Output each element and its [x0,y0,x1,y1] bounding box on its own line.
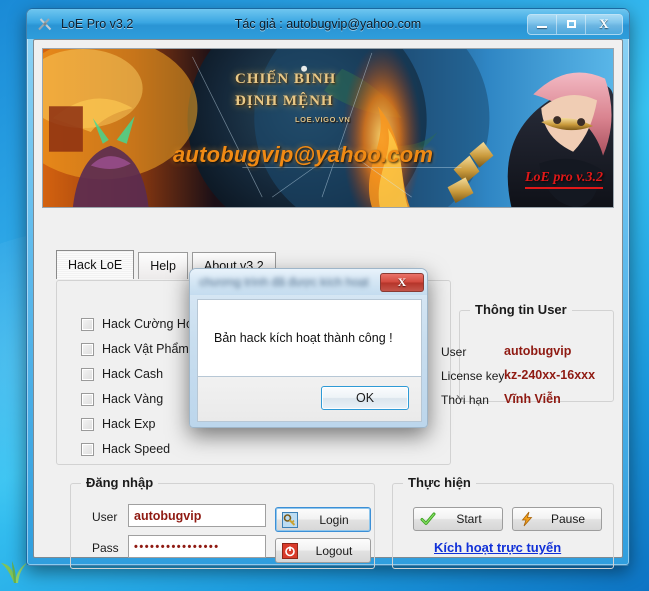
logout-button[interactable]: Logout [275,538,371,563]
checkbox-hack-vat-pham[interactable] [81,342,94,356]
power-icon [282,542,298,559]
checkbox-label: Hack Exp [102,417,156,431]
user-info-value-expiry: Vĩnh Viễn [504,392,561,406]
tab-hack-loe[interactable]: Hack LoE [56,250,135,279]
key-icon [282,511,298,528]
checkbox-row-hack-exp[interactable]: Hack Exp [81,417,156,431]
login-button[interactable]: Login [275,507,371,532]
user-info-label-license: License key [441,369,505,383]
close-button[interactable]: X [586,14,622,34]
minimize-button[interactable] [528,14,557,34]
checkbox-hack-exp[interactable] [81,417,94,431]
maximize-icon [566,20,576,28]
checkbox-row-hack-cuong-hoa[interactable]: Hack Cường Hóa [81,317,200,331]
activate-online-link[interactable]: Kích hoạt trực tuyến [434,540,561,555]
user-info-value-user: autobugvip [504,344,572,358]
pass-field-label: Pass [92,541,119,555]
activation-dialog: chương trình đã được kích hoạt X Bản hac… [189,268,428,428]
pause-button-label: Pause [550,512,586,526]
password-input[interactable]: •••••••••••••••• [128,535,266,558]
checkbox-label: Hack Cường Hóa [102,317,200,331]
user-info-label-expiry: Thời hạn [441,393,489,407]
dialog-body: Bản hack kích hoạt thành công ! [197,299,422,377]
checkbox-label: Hack Vật Phẩm [102,342,189,356]
checkbox-row-hack-cash[interactable]: Hack Cash [81,367,163,381]
dialog-close-button[interactable]: X [380,272,424,292]
checkbox-label: Hack Speed [102,442,171,456]
tab-help[interactable]: Help [138,252,188,279]
banner-version-tag: LoE pro v.3.2 [524,170,603,189]
banner-email-overlay: autobugvip@yahoo.com [173,142,434,167]
checkbox-label: Hack Cash [102,367,164,381]
checkbox-hack-cash[interactable] [81,367,94,381]
logout-button-label: Logout [315,543,353,558]
dialog-title-text: chương trình đã được kích hoạt [199,275,369,289]
login-button-label: Login [319,512,349,527]
dialog-titlebar[interactable]: chương trình đã được kích hoạt X [190,269,427,295]
checkbox-hack-cuong-hoa[interactable] [81,317,94,331]
user-field-label: User [92,510,118,524]
close-icon: X [599,16,609,31]
user-info-value-license: kz-240xx-16xxx [504,368,596,382]
banner-logo-line3: LOE.VIGO.VN [295,115,351,124]
dialog-footer: OK [197,377,422,422]
checkbox-label: Hack Vàng [102,392,164,406]
maximize-button[interactable] [557,14,586,34]
checkbox-row-hack-speed[interactable]: Hack Speed [81,442,170,456]
dialog-ok-button[interactable]: OK [321,386,409,410]
dialog-message: Bản hack kích hoạt thành công ! [214,331,393,345]
minimize-icon [537,25,547,28]
checkbox-hack-vang[interactable] [81,392,94,406]
checkbox-hack-speed[interactable] [81,442,94,456]
checkbox-row-hack-vang[interactable]: Hack Vàng [81,392,163,406]
user-info-title: Thông tin User [470,302,572,317]
start-button[interactable]: Start [413,507,503,531]
exec-group-title: Thực hiện [403,475,476,490]
window-titlebar[interactable]: LoE Pro v3.2 Tác giả : autobugvip@yahoo.… [27,9,629,39]
start-button-label: Start [456,512,482,526]
banner-logo-line1: CHIẾN BINH [235,71,337,87]
user-input[interactable]: autobugvip [128,504,266,527]
game-banner: CHIẾN BINH ĐỊNH MỆNH LOE.VIGO.VN autobug… [42,48,614,208]
crossed-tools-icon [37,16,54,33]
window-title: LoE Pro v3.2 [61,17,134,31]
pause-button[interactable]: Pause [512,507,602,531]
user-info-label-user: User [441,345,467,359]
green-check-icon [420,512,436,525]
banner-logo-line2: ĐỊNH MỆNH [235,93,334,109]
login-group-title: Đăng nhập [81,475,159,490]
lightning-bolt-icon [521,511,533,527]
window-controls: X [527,13,623,35]
checkbox-row-hack-vat-pham[interactable]: Hack Vật Phẩm [81,342,189,356]
